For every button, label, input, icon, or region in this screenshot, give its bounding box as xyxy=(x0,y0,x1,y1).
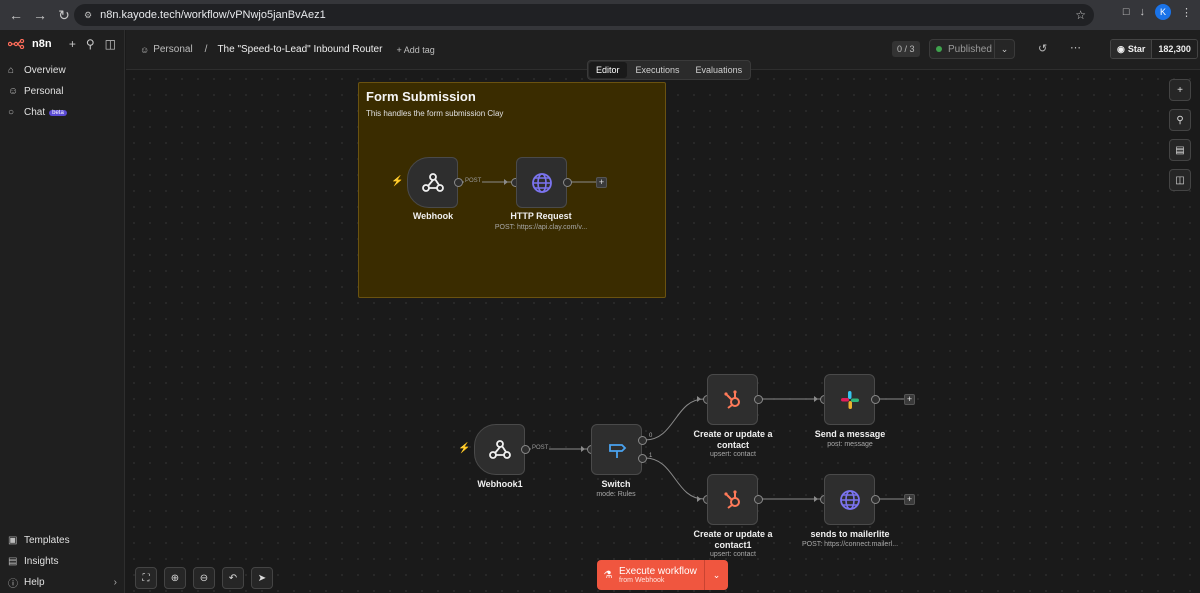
node-subtitle: upsert: contact xyxy=(710,451,756,458)
node-label: Webhook xyxy=(412,211,454,221)
node-switch[interactable] xyxy=(591,424,642,475)
node-subtitle: mode: Rules xyxy=(596,491,636,498)
slack-icon xyxy=(840,390,859,409)
arrow-head-icon xyxy=(504,179,508,185)
node-label: Switch xyxy=(601,479,631,489)
webhook-icon xyxy=(488,439,511,459)
output-label-0: 0 xyxy=(649,433,653,439)
add-node-button[interactable]: + xyxy=(904,394,915,405)
connections-layer xyxy=(462,179,904,502)
node-mailerlite-request[interactable] xyxy=(824,474,875,525)
chevron-down-icon[interactable]: ⌄ xyxy=(704,560,728,590)
node-label: Create or update a contact xyxy=(693,429,773,450)
node-label: sends to mailerlite xyxy=(810,529,890,539)
output-port[interactable] xyxy=(754,395,763,404)
add-node-button[interactable]: + xyxy=(596,177,607,188)
globe-icon xyxy=(531,172,552,193)
globe-icon xyxy=(839,489,860,510)
switch-icon xyxy=(608,443,626,458)
output-port-0[interactable] xyxy=(638,436,647,445)
sticky-note-icon[interactable]: ▤ xyxy=(1169,139,1191,161)
arrow-head-icon xyxy=(814,496,818,502)
node-subtitle: upsert: contact xyxy=(710,551,756,558)
pointer-icon[interactable]: ➤ xyxy=(251,567,273,589)
output-port[interactable] xyxy=(754,495,763,504)
fit-view-icon[interactable]: ⛶ xyxy=(135,567,157,589)
node-label: Send a message xyxy=(814,429,886,439)
execute-sub-label: from Webhook xyxy=(619,577,665,584)
node-hubspot-contact[interactable] xyxy=(707,374,758,425)
arrow-head-icon xyxy=(581,446,585,452)
arrow-head-icon xyxy=(697,396,701,402)
arrow-head-icon xyxy=(814,396,818,402)
node-subtitle: POST: https://api.clay.com/v... xyxy=(494,224,588,231)
node-subtitle: POST: https://connect.mailerl... xyxy=(801,541,899,548)
output-port[interactable] xyxy=(454,178,463,187)
node-hubspot-contact1[interactable] xyxy=(707,474,758,525)
add-node-icon[interactable]: + xyxy=(1169,79,1191,101)
hubspot-icon xyxy=(723,389,740,409)
output-port-1[interactable] xyxy=(638,454,647,463)
zoom-in-icon[interactable]: ⊕ xyxy=(164,567,186,589)
node-slack-message[interactable] xyxy=(824,374,875,425)
node-label: HTTP Request xyxy=(510,211,572,221)
canvas-right-toolbar: + ⚲ ▤ ◫ xyxy=(1169,79,1191,191)
search-icon[interactable]: ⚲ xyxy=(1169,109,1191,131)
output-port[interactable] xyxy=(871,495,880,504)
node-subtitle: post: message xyxy=(827,441,873,448)
node-webhook1[interactable] xyxy=(474,424,525,475)
flask-icon: ⚗ xyxy=(603,569,613,581)
hubspot-icon xyxy=(723,489,740,509)
output-port[interactable] xyxy=(563,178,572,187)
edge-label: POST xyxy=(531,445,550,451)
edge-label: POST xyxy=(464,178,483,184)
panel-toggle-icon[interactable]: ◫ xyxy=(1169,169,1191,191)
execute-label: Execute workflow xyxy=(619,566,697,577)
node-webhook[interactable] xyxy=(407,157,458,208)
output-label-1: 1 xyxy=(649,453,653,459)
output-port[interactable] xyxy=(871,395,880,404)
trigger-bolt-icon: ⚡ xyxy=(458,443,471,454)
trigger-bolt-icon: ⚡ xyxy=(391,176,404,187)
arrow-head-icon xyxy=(697,496,701,502)
undo-icon[interactable]: ↶ xyxy=(222,567,244,589)
add-node-button[interactable]: + xyxy=(904,494,915,505)
execute-workflow-button[interactable]: ⚗ Execute workflow from Webhook ⌄ xyxy=(597,560,728,590)
webhook-icon xyxy=(421,172,444,192)
node-http-request[interactable] xyxy=(516,157,567,208)
node-label: Create or update a contact1 xyxy=(693,529,773,550)
node-label: Webhook1 xyxy=(477,479,523,489)
canvas-bottom-toolbar: ⛶ ⊕ ⊖ ↶ ➤ xyxy=(135,567,273,589)
output-port[interactable] xyxy=(521,445,530,454)
zoom-out-icon[interactable]: ⊖ xyxy=(193,567,215,589)
